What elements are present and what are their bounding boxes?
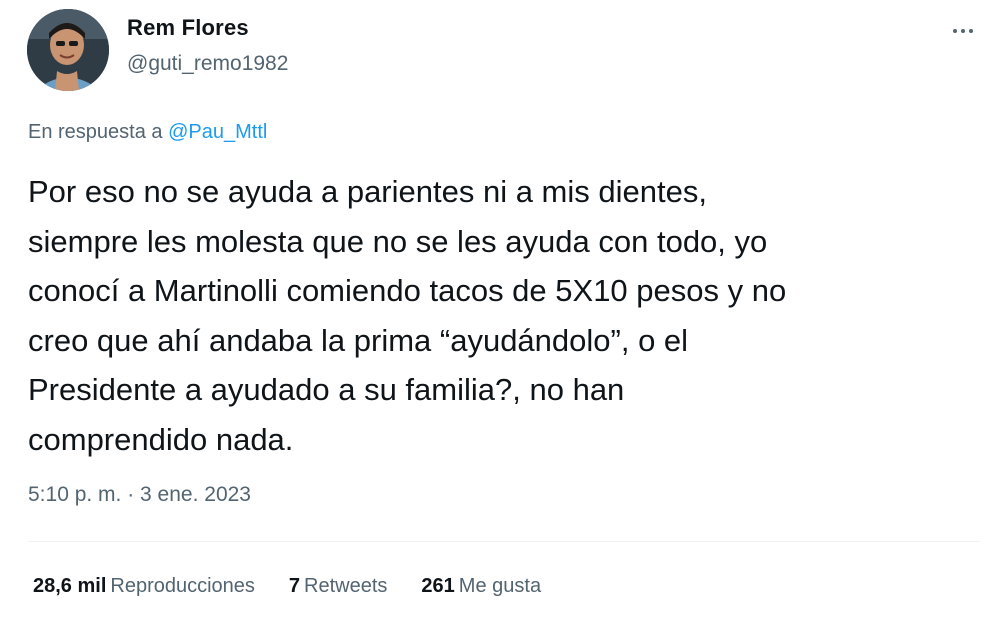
tweet-card: Rem Flores @guti_remo1982 En respuesta a… (0, 0, 1007, 620)
views-count: 28,6 mil (33, 575, 107, 597)
retweets-stat[interactable]: 7 Retweets (289, 575, 388, 598)
more-dot (969, 29, 973, 33)
likes-stat[interactable]: 261 Me gusta (421, 575, 541, 598)
views-label: Reproducciones (110, 575, 255, 597)
likes-label: Me gusta (458, 575, 542, 597)
retweets-count: 7 (288, 575, 301, 597)
more-options-icon[interactable] (943, 16, 983, 46)
tweet-text: Por eso no se ayuda a parientes ni a mis… (28, 174, 787, 457)
author-handle[interactable]: @guti_remo1982 (127, 52, 288, 76)
more-dot (953, 29, 957, 33)
views-stat[interactable]: 28,6 mil Reproducciones (33, 575, 255, 598)
author-display-name[interactable]: Rem Flores (127, 15, 249, 41)
likes-count: 261 (421, 575, 455, 597)
avatar-image (27, 9, 109, 91)
reply-prefix: En respuesta a (28, 121, 163, 143)
tweet-timestamp[interactable]: 5:10 p. m. · 3 ene. 2023 (28, 483, 251, 507)
tweet-stats: 28,6 mil Reproducciones 7 Retweets 261 Me g… (33, 575, 575, 598)
avatar[interactable] (27, 9, 109, 91)
reply-context: En respuesta a @Pau_Mttl (28, 121, 267, 144)
retweets-label: Retweets (304, 575, 388, 597)
more-dot (961, 29, 965, 33)
reply-mention-link[interactable]: @Pau_Mttl (168, 121, 267, 143)
divider (28, 541, 980, 542)
